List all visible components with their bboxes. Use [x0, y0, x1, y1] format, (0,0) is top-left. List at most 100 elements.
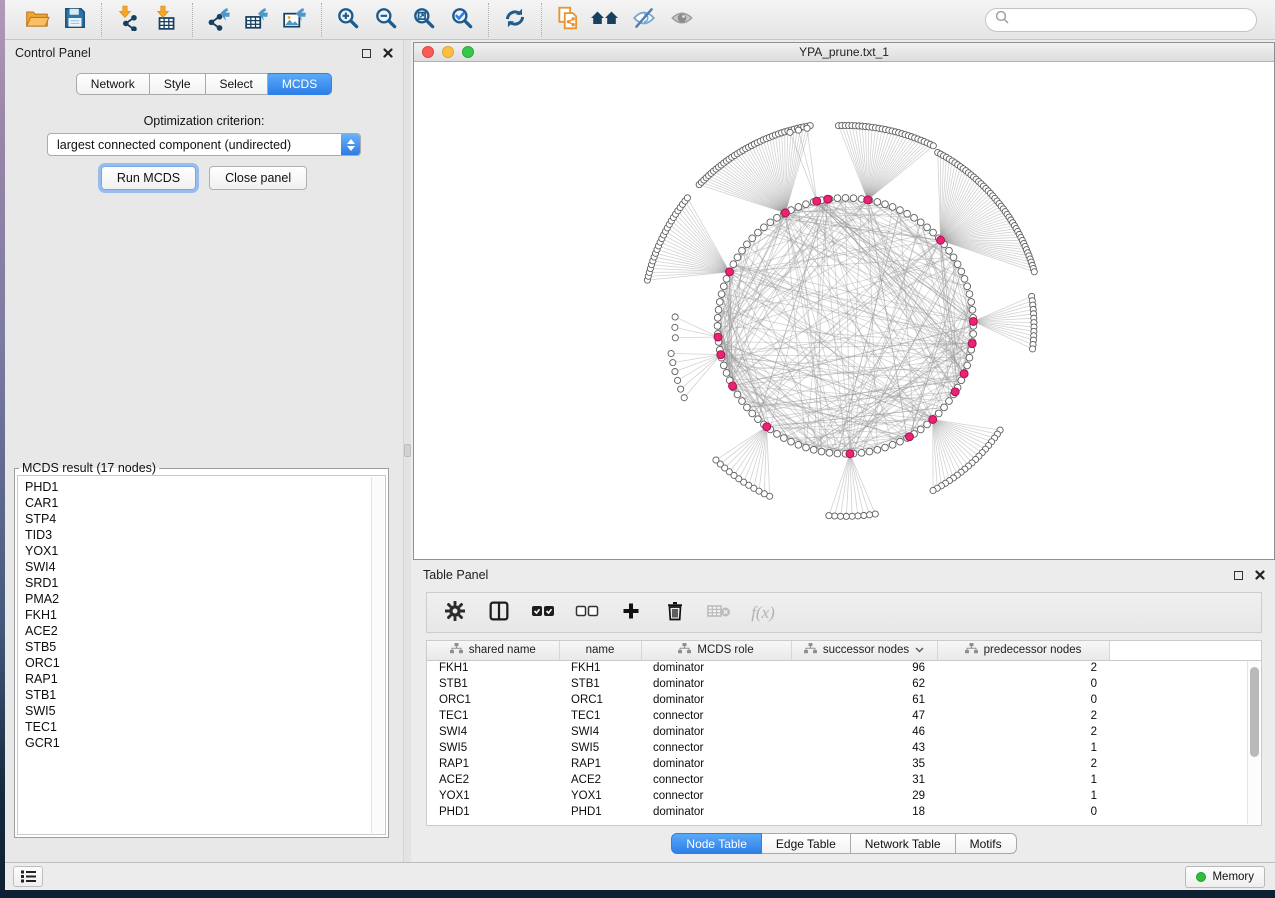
save-session-button[interactable]	[58, 4, 92, 36]
float-table-panel-button[interactable]	[1234, 571, 1243, 580]
graph-node[interactable]	[968, 299, 975, 306]
float-panel-button[interactable]	[362, 49, 371, 58]
graph-leaf-node[interactable]	[849, 513, 855, 519]
graph-leaf-node[interactable]	[832, 513, 838, 519]
graph-hub-node[interactable]	[714, 333, 722, 341]
mcds-result-item[interactable]: TID3	[25, 527, 370, 543]
export-network-button[interactable]	[202, 4, 236, 36]
graph-node[interactable]	[946, 398, 953, 405]
graph-node[interactable]	[716, 299, 723, 306]
export-table-button[interactable]	[240, 4, 274, 36]
graph-node[interactable]	[826, 449, 833, 456]
graph-leaf-node[interactable]	[795, 127, 801, 133]
graph-leaf-node[interactable]	[672, 324, 678, 330]
graph-leaf-node[interactable]	[684, 195, 690, 201]
graph-leaf-node[interactable]	[668, 350, 674, 356]
table-settings-button[interactable]	[437, 596, 473, 630]
mcds-result-item[interactable]: ORC1	[25, 655, 370, 671]
search-box[interactable]	[985, 8, 1257, 32]
graph-node[interactable]	[718, 291, 725, 298]
mcds-result-item[interactable]: FKH1	[25, 607, 370, 623]
mcds-result-item[interactable]: STB1	[25, 687, 370, 703]
import-network-button[interactable]	[111, 4, 145, 36]
graph-leaf-node[interactable]	[672, 335, 678, 341]
export-image-button[interactable]	[278, 4, 312, 36]
graph-node[interactable]	[749, 235, 756, 242]
graph-node[interactable]	[889, 441, 896, 448]
task-history-button[interactable]	[13, 866, 43, 887]
graph-node[interactable]	[941, 404, 948, 411]
graph-node[interactable]	[744, 241, 751, 248]
graph-node[interactable]	[882, 444, 889, 451]
graph-node[interactable]	[858, 449, 865, 456]
graph-node[interactable]	[744, 404, 751, 411]
graph-leaf-node[interactable]	[930, 143, 936, 149]
tab-network[interactable]: Network	[76, 73, 150, 95]
panel-splitter[interactable]	[404, 40, 411, 862]
graph-leaf-node[interactable]	[843, 513, 849, 519]
close-panel-mcds-button[interactable]: Close panel	[209, 166, 307, 190]
graph-leaf-node[interactable]	[804, 125, 810, 131]
column-header-MCDS-role[interactable]: MCDS role	[641, 641, 791, 660]
graph-hub-node[interactable]	[929, 415, 937, 423]
graph-leaf-node[interactable]	[713, 457, 719, 463]
import-table-button[interactable]	[149, 4, 183, 36]
graph-node[interactable]	[966, 291, 973, 298]
graph-node[interactable]	[803, 444, 810, 451]
graph-node[interactable]	[739, 247, 746, 254]
network-canvas[interactable]	[414, 63, 1274, 559]
first-neighbors-button[interactable]	[589, 4, 623, 36]
mcds-result-item[interactable]: RAP1	[25, 671, 370, 687]
run-mcds-button[interactable]: Run MCDS	[101, 166, 196, 190]
graph-leaf-node[interactable]	[872, 511, 878, 517]
graph-hub-node[interactable]	[717, 351, 725, 359]
zoom-in-button[interactable]	[331, 4, 365, 36]
select-all-button[interactable]	[525, 596, 561, 630]
mcds-result-item[interactable]: STP4	[25, 511, 370, 527]
graph-hub-node[interactable]	[763, 423, 771, 431]
criterion-dropdown[interactable]: largest connected component (undirected)	[47, 133, 361, 156]
graph-node[interactable]	[749, 410, 756, 417]
mcds-list-scrollbar[interactable]	[371, 477, 384, 833]
graph-hub-node[interactable]	[729, 382, 737, 390]
graph-node[interactable]	[795, 441, 802, 448]
close-table-panel-button[interactable]	[1255, 570, 1265, 580]
graph-hub-node[interactable]	[951, 388, 959, 396]
clone-network-button[interactable]	[551, 4, 585, 36]
graph-node[interactable]	[723, 275, 730, 282]
graph-node[interactable]	[734, 391, 741, 398]
mcds-result-item[interactable]: YOX1	[25, 543, 370, 559]
tab-network-table[interactable]: Network Table	[851, 833, 956, 854]
graph-node[interactable]	[714, 314, 721, 321]
table-scrollbar[interactable]	[1247, 661, 1260, 824]
graph-hub-node[interactable]	[905, 433, 913, 441]
graph-node[interactable]	[834, 195, 841, 202]
graph-node[interactable]	[866, 448, 873, 455]
mcds-result-item[interactable]: SRD1	[25, 575, 370, 591]
graph-node[interactable]	[946, 247, 953, 254]
zoom-selected-button[interactable]	[445, 4, 479, 36]
delete-column-button[interactable]	[657, 596, 693, 630]
graph-node[interactable]	[930, 229, 937, 236]
graph-hub-node[interactable]	[937, 236, 945, 244]
graph-leaf-node[interactable]	[855, 513, 861, 519]
graph-hub-node[interactable]	[824, 195, 832, 203]
graph-leaf-node[interactable]	[672, 369, 678, 375]
table-scrollbar-thumb[interactable]	[1250, 667, 1259, 757]
column-header-shared-name[interactable]: shared name	[427, 641, 559, 660]
table-row[interactable]: SWI4SWI4dominator462	[427, 724, 1261, 740]
graph-hub-node[interactable]	[960, 370, 968, 378]
graph-hub-node[interactable]	[813, 197, 821, 205]
graph-node[interactable]	[810, 446, 817, 453]
table-row[interactable]: STB1STB1dominator620	[427, 676, 1261, 692]
search-input[interactable]	[1014, 13, 1247, 27]
graph-leaf-node[interactable]	[1031, 269, 1037, 275]
graph-node[interactable]	[818, 448, 825, 455]
deselect-all-button[interactable]	[569, 596, 605, 630]
table-row[interactable]: PHD1PHD1dominator180	[427, 804, 1261, 820]
graph-node[interactable]	[788, 438, 795, 445]
graph-leaf-node[interactable]	[837, 513, 843, 519]
graph-node[interactable]	[954, 261, 961, 268]
splitter-grip[interactable]	[404, 444, 411, 457]
graph-leaf-node[interactable]	[826, 513, 832, 519]
